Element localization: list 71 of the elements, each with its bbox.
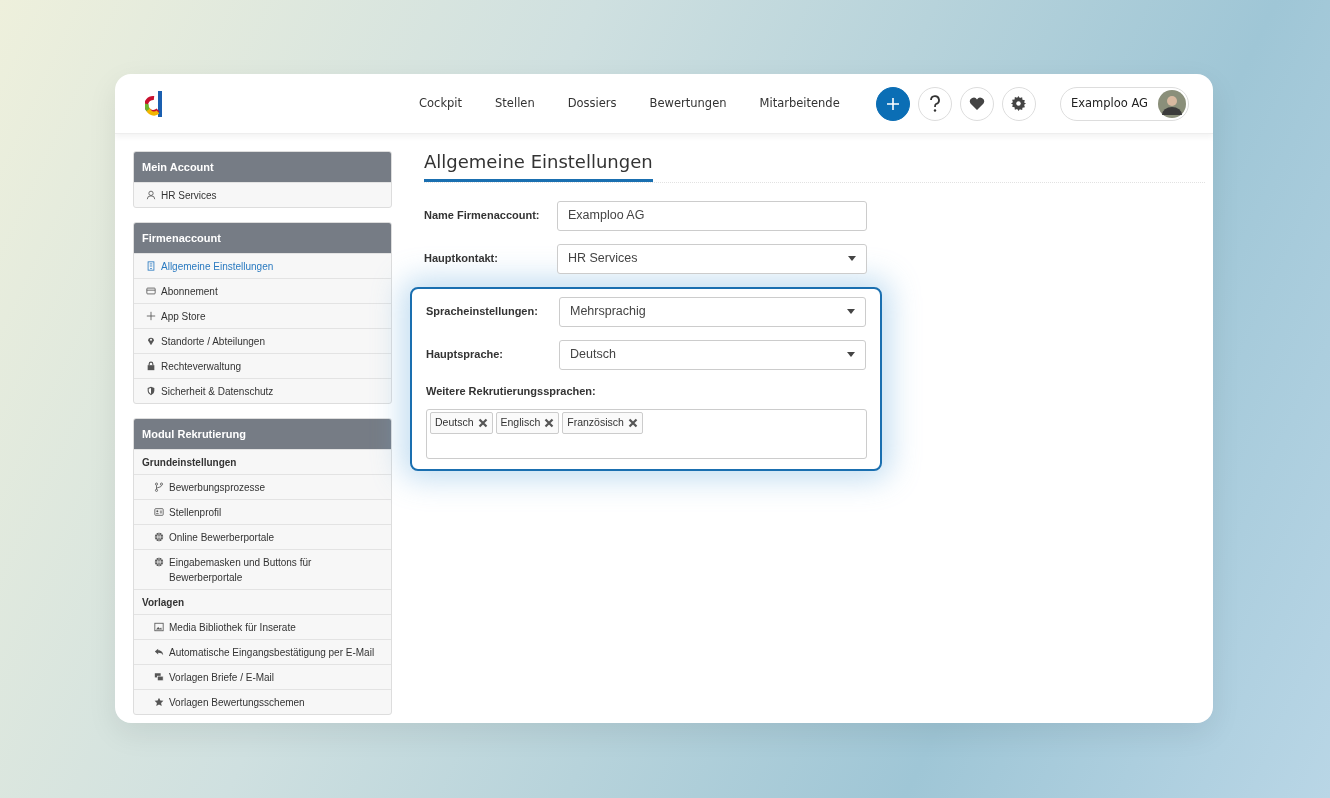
remove-icon[interactable] <box>544 417 555 428</box>
caret-icon <box>847 352 855 358</box>
mail-stack-icon <box>154 672 164 682</box>
question-mark-icon <box>928 94 941 113</box>
text-field[interactable]: Examploo AG <box>557 200 867 231</box>
logo-icon[interactable] <box>145 89 163 118</box>
sidebar-item[interactable]: Online Bewerberportale <box>134 524 391 549</box>
sidebar-item[interactable]: Eingabemasken und Buttons für Bewerberportale <box>134 549 391 589</box>
section-subheader: Grundeinstellungen <box>134 449 391 474</box>
sidebar-item[interactable]: HR Services <box>134 182 391 207</box>
select-field[interactable]: HR Services <box>557 243 867 274</box>
reply-arrow-icon <box>154 647 164 657</box>
plus-icon <box>885 96 900 111</box>
sidebar-item[interactable]: Vorlagen Bewertungsschemen <box>134 689 391 714</box>
language-tag[interactable]: Französisch <box>562 412 643 434</box>
sidebar-item[interactable]: Automatische Eingangsbestätigung per E-Mail <box>134 639 391 664</box>
field-label: Hauptsprache: <box>426 347 505 363</box>
image-icon <box>154 622 164 632</box>
globe-icon <box>154 557 164 567</box>
section-header: Modul Rekrutierung <box>134 419 391 449</box>
credit-card-icon <box>146 286 156 296</box>
language-tag[interactable]: Englisch <box>495 412 560 434</box>
shield-icon <box>146 386 156 396</box>
settings-icon <box>1011 96 1027 111</box>
caret-icon <box>847 309 855 315</box>
caret-icon <box>848 256 856 262</box>
map-pin-icon <box>146 336 156 346</box>
nav-link[interactable]: Bewertungen <box>649 94 727 113</box>
sidebar-item[interactable]: Stellenprofil <box>134 499 391 524</box>
nav-link[interactable]: Stellen <box>495 94 535 113</box>
remove-icon[interactable] <box>627 417 638 428</box>
heart-icon <box>968 96 985 111</box>
sidebar-item[interactable]: Sicherheit & Datenschutz <box>134 378 391 403</box>
sidebar-item[interactable]: Media Bibliothek für Inserate <box>134 614 391 639</box>
sidebar-item[interactable]: Rechteverwaltung <box>134 353 391 378</box>
id-card-icon <box>154 507 164 517</box>
field-label: Name Firmenaccount: <box>424 208 541 224</box>
sidebar-item[interactable]: Vorlagen Briefe / E-Mail <box>134 664 391 689</box>
section-subheader: Vorlagen <box>134 589 391 614</box>
sidebar-item[interactable]: Standorte / Abteilungen <box>134 328 391 353</box>
sidebar-item[interactable]: Allgemeine Einstellungen <box>134 253 391 278</box>
select-field[interactable]: Deutsch <box>559 339 866 370</box>
field-label: Spracheinstellungen: <box>426 304 539 320</box>
page-title: Allgemeine Einstellungen <box>424 151 653 182</box>
favorites-button[interactable] <box>959 86 994 121</box>
help-button[interactable] <box>917 86 952 121</box>
person-icon <box>146 190 156 200</box>
account-button[interactable]: Examploo AG <box>1059 86 1189 121</box>
select-field[interactable]: Mehrsprachig <box>559 296 866 327</box>
field-label: Weitere Rekrutierungssprachen: <box>426 383 596 399</box>
nav-link[interactable]: Cockpit <box>419 94 463 113</box>
lock-icon <box>146 361 156 371</box>
section-header: Firmenaccount <box>134 223 391 253</box>
nav-link[interactable]: Mitarbeitende <box>759 94 840 113</box>
add-button[interactable] <box>875 86 910 121</box>
nav-link[interactable]: Dossiers <box>567 94 617 113</box>
plus-icon <box>146 311 156 321</box>
sidebar-item[interactable]: App Store <box>134 303 391 328</box>
sidebar-item[interactable]: Abonnement <box>134 278 391 303</box>
settings-button[interactable] <box>1001 86 1036 121</box>
globe-icon <box>154 532 164 542</box>
avatar-icon <box>1158 89 1186 118</box>
building-icon <box>146 261 156 271</box>
tag-input-field[interactable]: Deutsch Englisch Französisch <box>426 409 867 460</box>
sidebar-item[interactable]: Bewerbungsprozesse <box>134 474 391 499</box>
field-label: Hauptkontakt: <box>424 251 499 267</box>
star-icon <box>154 697 164 707</box>
remove-icon[interactable] <box>477 417 488 428</box>
section-header: Mein Account <box>134 152 391 182</box>
language-tag[interactable]: Deutsch <box>430 412 493 434</box>
branch-icon <box>154 482 164 492</box>
